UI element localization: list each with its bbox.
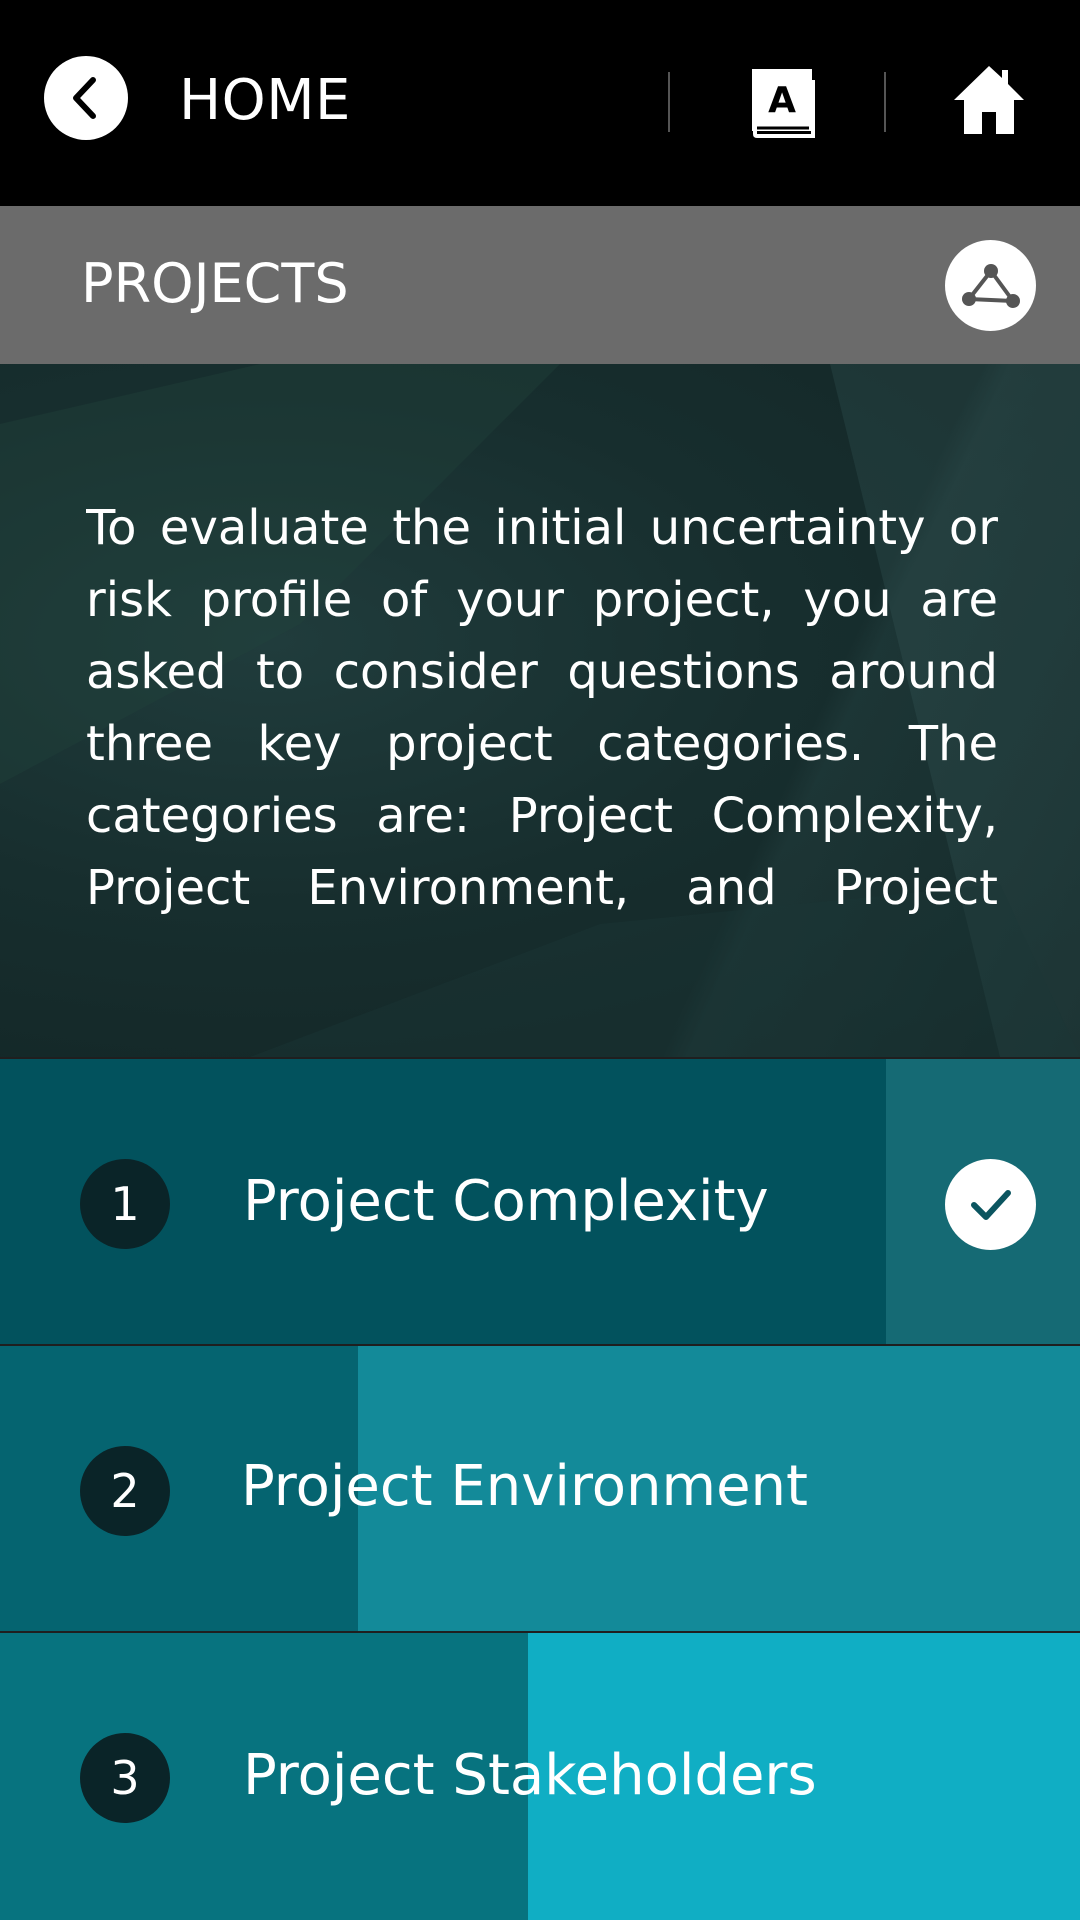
category-row-project-stakeholders[interactable]: 3 Project Stakeholders bbox=[0, 1631, 1080, 1920]
checkmark-icon bbox=[970, 1189, 1011, 1220]
category-row-project-complexity[interactable]: 1 Project Complexity bbox=[0, 1057, 1080, 1344]
completed-badge bbox=[945, 1159, 1036, 1250]
toolbar-divider bbox=[668, 72, 670, 132]
top-bar: HOME A bbox=[0, 0, 1080, 206]
category-row-project-environment[interactable]: 2 Project Environment bbox=[0, 1344, 1080, 1631]
category-label: Project Environment bbox=[241, 1454, 808, 1519]
category-label: Project Stakeholders bbox=[243, 1743, 817, 1808]
category-number-badge: 2 bbox=[80, 1446, 170, 1536]
category-label: Project Complexity bbox=[243, 1169, 769, 1234]
house-icon bbox=[954, 66, 1024, 134]
intro-text: To evaluate the initial uncertainty or r… bbox=[86, 500, 998, 916]
category-number-badge: 1 bbox=[80, 1159, 170, 1249]
share-network-icon bbox=[961, 263, 1020, 308]
home-label[interactable]: HOME bbox=[179, 66, 351, 136]
share-button[interactable] bbox=[945, 240, 1036, 331]
chevron-left-icon bbox=[73, 77, 96, 119]
glossary-button[interactable]: A bbox=[751, 68, 817, 138]
section-title: PROJECTS bbox=[81, 252, 349, 315]
glossary-letter: A bbox=[768, 80, 796, 121]
back-button[interactable] bbox=[44, 56, 128, 140]
section-header: PROJECTS bbox=[0, 206, 1080, 364]
intro-panel: To evaluate the initial uncertainty or r… bbox=[0, 364, 1080, 1057]
toolbar-divider bbox=[884, 72, 886, 132]
category-number-badge: 3 bbox=[80, 1733, 170, 1823]
dictionary-book-icon: A bbox=[752, 69, 815, 138]
home-button[interactable] bbox=[952, 62, 1026, 138]
